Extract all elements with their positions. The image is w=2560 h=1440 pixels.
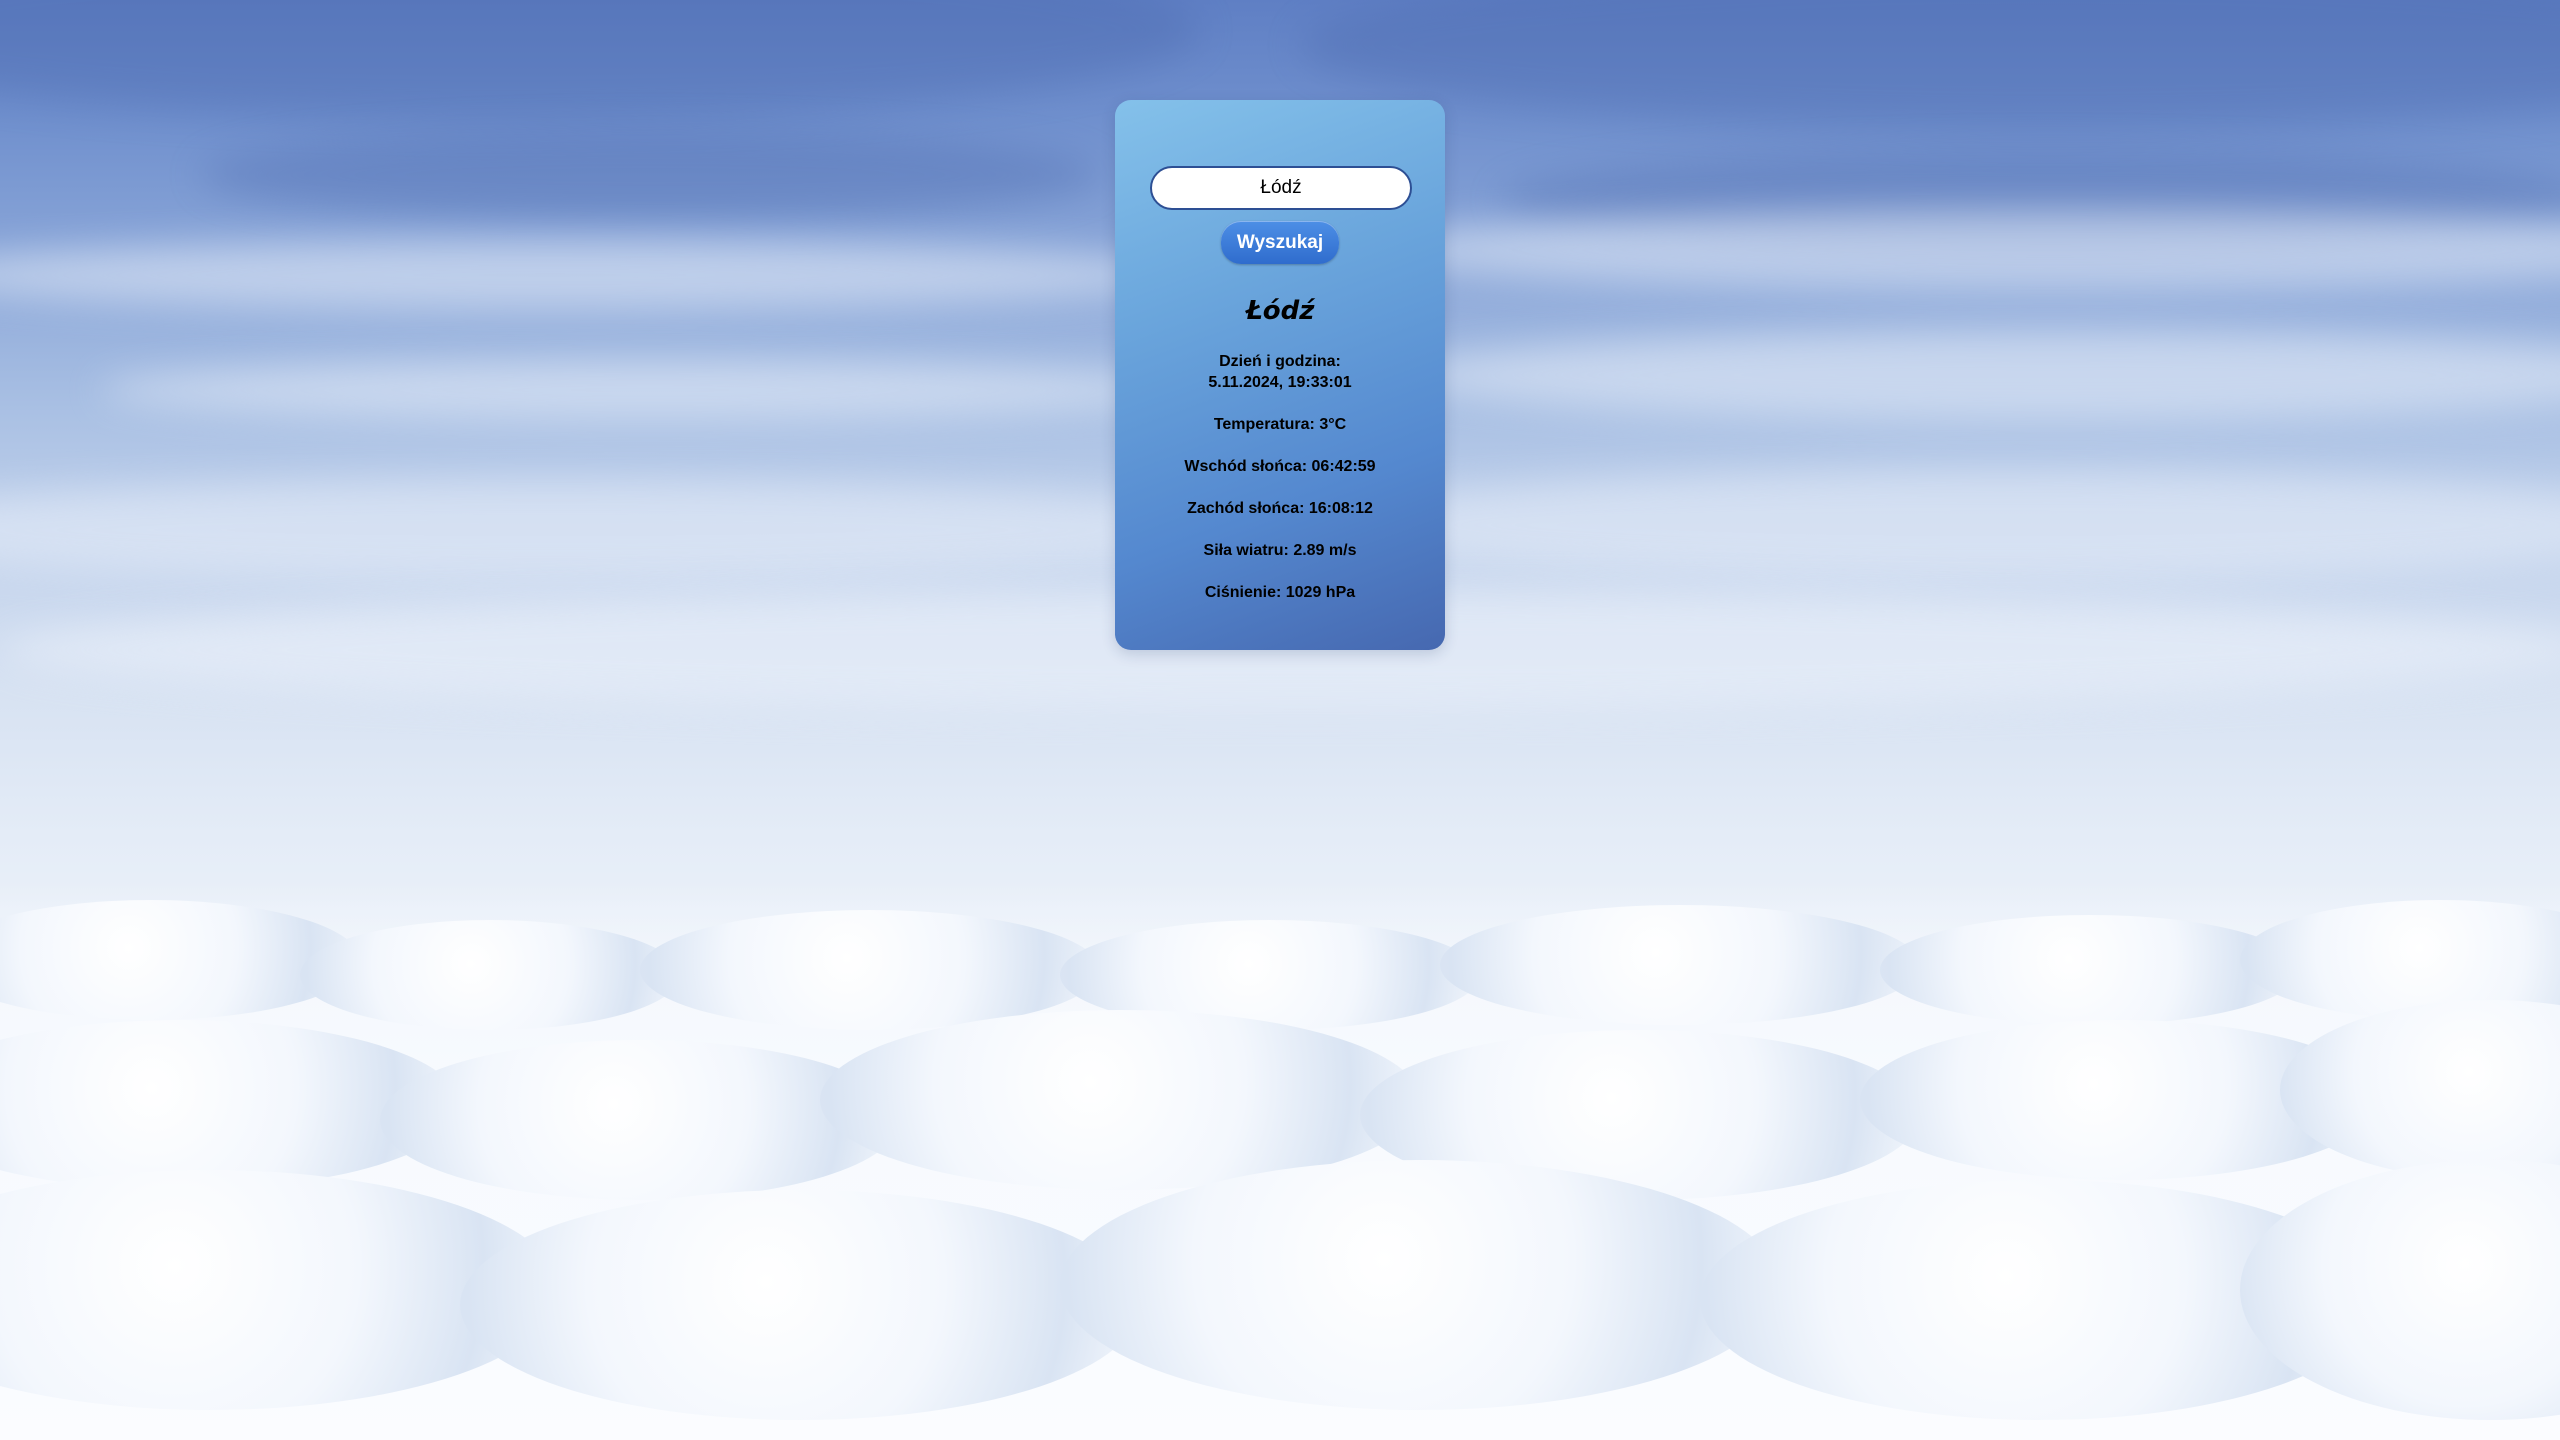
cloud-puff xyxy=(460,1190,1140,1420)
sunset-text: Zachód słońca: 16:08:12 xyxy=(1187,500,1373,517)
temperature-text: Temperatura: 3°C xyxy=(1213,416,1347,433)
sunrise-text: Wschód słońca: 06:42:59 xyxy=(1184,458,1376,475)
search-button[interactable]: Wyszukaj xyxy=(1221,221,1339,264)
cloud-puff xyxy=(1440,905,1920,1025)
cloud-streak xyxy=(100,360,1200,420)
cloud-puff xyxy=(1060,1160,1780,1410)
datetime-value: 5.11.2024, 19:33:01 xyxy=(1208,374,1352,391)
cloud-streak xyxy=(1300,0,2560,130)
weather-card: Wyszukaj Łódź Dzień i godzina: 5.11.2024… xyxy=(1115,100,1445,650)
cloud-puff xyxy=(640,910,1100,1030)
cloud-streak xyxy=(1400,330,2560,420)
cloud-streak xyxy=(200,130,1100,220)
cloud-puff xyxy=(380,1040,900,1200)
cloud-puff xyxy=(300,920,680,1030)
cloud-streak xyxy=(0,0,1200,120)
city-name: Łódź xyxy=(1245,296,1315,326)
wind-text: Siła wiatru: 2.89 m/s xyxy=(1203,542,1357,559)
cloud-puff xyxy=(2280,1000,2560,1180)
cloud-streak xyxy=(1300,470,2560,580)
cloud-layer xyxy=(0,880,2560,1440)
cloud-streak xyxy=(0,480,1300,580)
cloud-streak xyxy=(1350,210,2560,290)
pressure-text: Ciśnienie: 1029 hPa xyxy=(1204,584,1356,601)
cloud-streak xyxy=(0,240,1200,310)
cloud-puff xyxy=(1880,915,2300,1025)
datetime-label: Dzień i godzina: xyxy=(1219,353,1341,370)
city-search-input[interactable] xyxy=(1150,166,1412,210)
